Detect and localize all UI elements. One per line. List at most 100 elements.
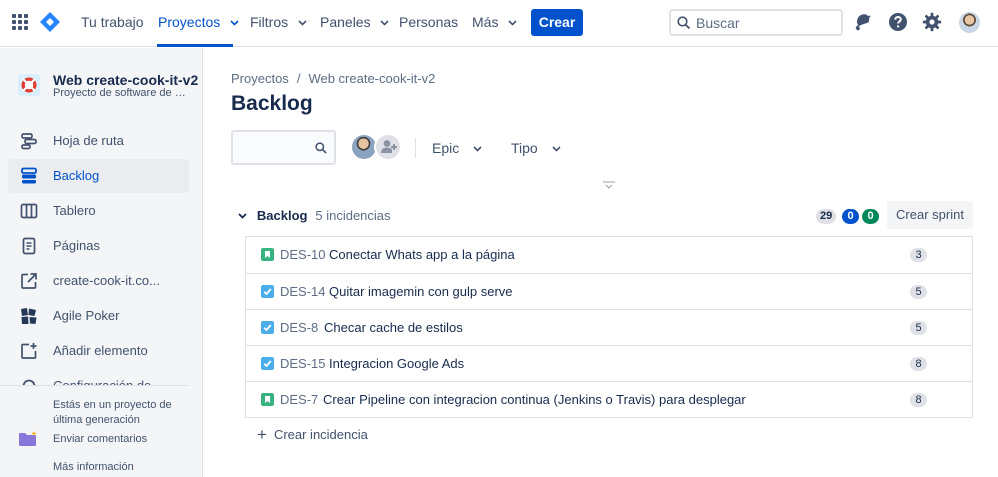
- create-issue-button[interactable]: + Crear incidencia: [257, 425, 368, 445]
- epic-filter-dropdown[interactable]: Epic: [432, 140, 482, 156]
- chevron-down-icon: [380, 20, 390, 26]
- search-icon: [315, 142, 327, 154]
- breadcrumb-project[interactable]: Web create-cook-it-v2: [308, 71, 435, 86]
- plus-icon: +: [257, 425, 267, 444]
- breadcrumb-projects[interactable]: Proyectos: [231, 71, 289, 86]
- sidebar-item-agile-poker[interactable]: Agile Poker: [8, 299, 189, 333]
- nav-people[interactable]: Personas: [399, 14, 458, 30]
- issue-summary: Crear Pipeline con integracion continua …: [323, 392, 746, 407]
- project-type: Proyecto de software de equipo: [53, 87, 188, 99]
- nav-more[interactable]: Más: [472, 14, 517, 30]
- issue-key[interactable]: DES-10: [280, 247, 326, 262]
- issue-key[interactable]: DES-7: [280, 392, 318, 407]
- page-title: Backlog: [231, 92, 313, 115]
- status-badge-done: 0: [862, 209, 879, 224]
- top-navigation: Tu trabajo Proyectos Filtros Paneles Per…: [0, 0, 998, 47]
- issue-summary: Integracion Google Ads: [329, 356, 465, 371]
- story-points-badge: 5: [910, 285, 927, 299]
- chevron-down-icon: [552, 146, 561, 152]
- app-switcher-icon[interactable]: [12, 14, 28, 30]
- sidebar-item-add-item[interactable]: Añadir elemento: [8, 334, 189, 368]
- feedback-link[interactable]: Enviar comentarios: [53, 433, 147, 445]
- breadcrumb-separator: /: [296, 71, 301, 86]
- backlog-header[interactable]: Backlog 5 incidencias: [238, 207, 391, 223]
- pages-icon: [22, 237, 36, 255]
- story-icon: [261, 393, 274, 406]
- sidebar-item-label: Hoja de ruta: [53, 133, 124, 148]
- backlog-search-input[interactable]: [239, 138, 311, 158]
- issue-row[interactable]: DES-15 Integracion Google Ads 8: [246, 345, 972, 381]
- add-people-button[interactable]: [374, 133, 402, 161]
- agile-poker-icon: [21, 308, 37, 324]
- issue-row[interactable]: DES-10 Conectar Whats app a la página 3: [246, 237, 972, 273]
- board-icon: [20, 203, 38, 219]
- sidebar-item-label: Tablero: [53, 203, 96, 218]
- drag-handle-icon[interactable]: [602, 181, 616, 189]
- more-info-link[interactable]: Más información: [53, 461, 134, 473]
- notifications-bell-icon[interactable]: [853, 12, 873, 32]
- sidebar-item-roadmap[interactable]: Hoja de ruta: [8, 124, 189, 158]
- task-icon: [261, 285, 274, 298]
- add-item-icon: [21, 343, 37, 359]
- sidebar-item-label: Añadir elemento: [53, 343, 148, 358]
- nav-filters[interactable]: Filtros: [250, 14, 307, 30]
- issue-summary: Conectar Whats app a la página: [329, 247, 515, 262]
- issue-summary: Quitar imagemin con gulp serve: [329, 284, 513, 299]
- create-issue-label: Crear incidencia: [273, 427, 368, 442]
- story-points-badge: 3: [910, 248, 927, 262]
- issue-key[interactable]: DES-14: [280, 284, 326, 299]
- filter-divider: [415, 138, 416, 158]
- issue-summary: Checar cache de estilos: [324, 320, 463, 335]
- chevron-down-icon: [508, 20, 517, 26]
- sidebar-footer: Estás en un proyecto de última generació…: [0, 386, 202, 477]
- nav-your-work[interactable]: Tu trabajo: [81, 14, 144, 30]
- story-icon: [261, 248, 274, 261]
- roadmap-icon: [21, 133, 37, 150]
- task-icon: [261, 321, 274, 334]
- next-gen-notice: Estás en un proyecto de última generació…: [53, 399, 172, 426]
- project-avatar-icon[interactable]: [18, 74, 40, 96]
- sidebar-item-backlog[interactable]: Backlog: [8, 159, 189, 193]
- nav-projects[interactable]: Proyectos: [158, 14, 239, 30]
- create-sprint-button[interactable]: Crear sprint: [887, 201, 973, 229]
- status-badge-todo: 29: [816, 209, 837, 224]
- type-filter-label: Tipo: [511, 140, 538, 156]
- issue-list: DES-10 Conectar Whats app a la página 3 …: [245, 236, 973, 418]
- search-input[interactable]: [696, 13, 836, 33]
- gear-icon[interactable]: [922, 12, 942, 32]
- story-points-badge: 8: [910, 393, 927, 407]
- status-badge-in-progress: 0: [842, 209, 859, 224]
- external-link-icon: [21, 273, 37, 289]
- nav-more-label: Más: [472, 14, 499, 30]
- global-search[interactable]: [669, 9, 843, 36]
- issue-row[interactable]: DES-8 Checar cache de estilos 5: [246, 309, 972, 345]
- epic-filter-label: Epic: [432, 140, 460, 156]
- project-sidebar: Web create-cook-it-v2 Proyecto de softwa…: [0, 48, 203, 477]
- sidebar-item-label: Agile Poker: [53, 308, 120, 323]
- task-icon: [261, 357, 274, 370]
- issue-row[interactable]: DES-14 Quitar imagemin con gulp serve 5: [246, 273, 972, 309]
- sidebar-item-label: Páginas: [53, 238, 100, 253]
- sidebar-item-shortcut[interactable]: create-cook-it.co...: [8, 264, 189, 298]
- chevron-down-icon: [230, 20, 239, 26]
- jira-logo-icon[interactable]: [40, 12, 60, 32]
- issue-key[interactable]: DES-15: [280, 356, 326, 371]
- help-icon[interactable]: [888, 12, 908, 32]
- profile-avatar[interactable]: [959, 12, 980, 33]
- sidebar-item-label: Backlog: [53, 168, 100, 183]
- nav-filters-label: Filtros: [250, 14, 289, 30]
- sidebar-item-board[interactable]: Tablero: [8, 194, 189, 228]
- project-name[interactable]: Web create-cook-it-v2: [53, 72, 198, 88]
- folder-sparkle-icon: [19, 431, 37, 446]
- type-filter-dropdown[interactable]: Tipo: [511, 140, 561, 156]
- chevron-down-icon: [298, 20, 307, 26]
- backlog-search[interactable]: [231, 130, 336, 165]
- issue-row[interactable]: DES-7 Crear Pipeline con integracion con…: [246, 381, 972, 417]
- sidebar-item-label: create-cook-it.co...: [53, 273, 160, 288]
- nav-dashboards[interactable]: Paneles: [320, 14, 390, 30]
- issue-key[interactable]: DES-8: [280, 320, 318, 335]
- breadcrumb: Proyectos / Web create-cook-it-v2: [231, 71, 435, 86]
- backlog-icon: [21, 167, 37, 184]
- sidebar-item-pages[interactable]: Páginas: [8, 229, 189, 263]
- create-button[interactable]: Crear: [531, 9, 583, 36]
